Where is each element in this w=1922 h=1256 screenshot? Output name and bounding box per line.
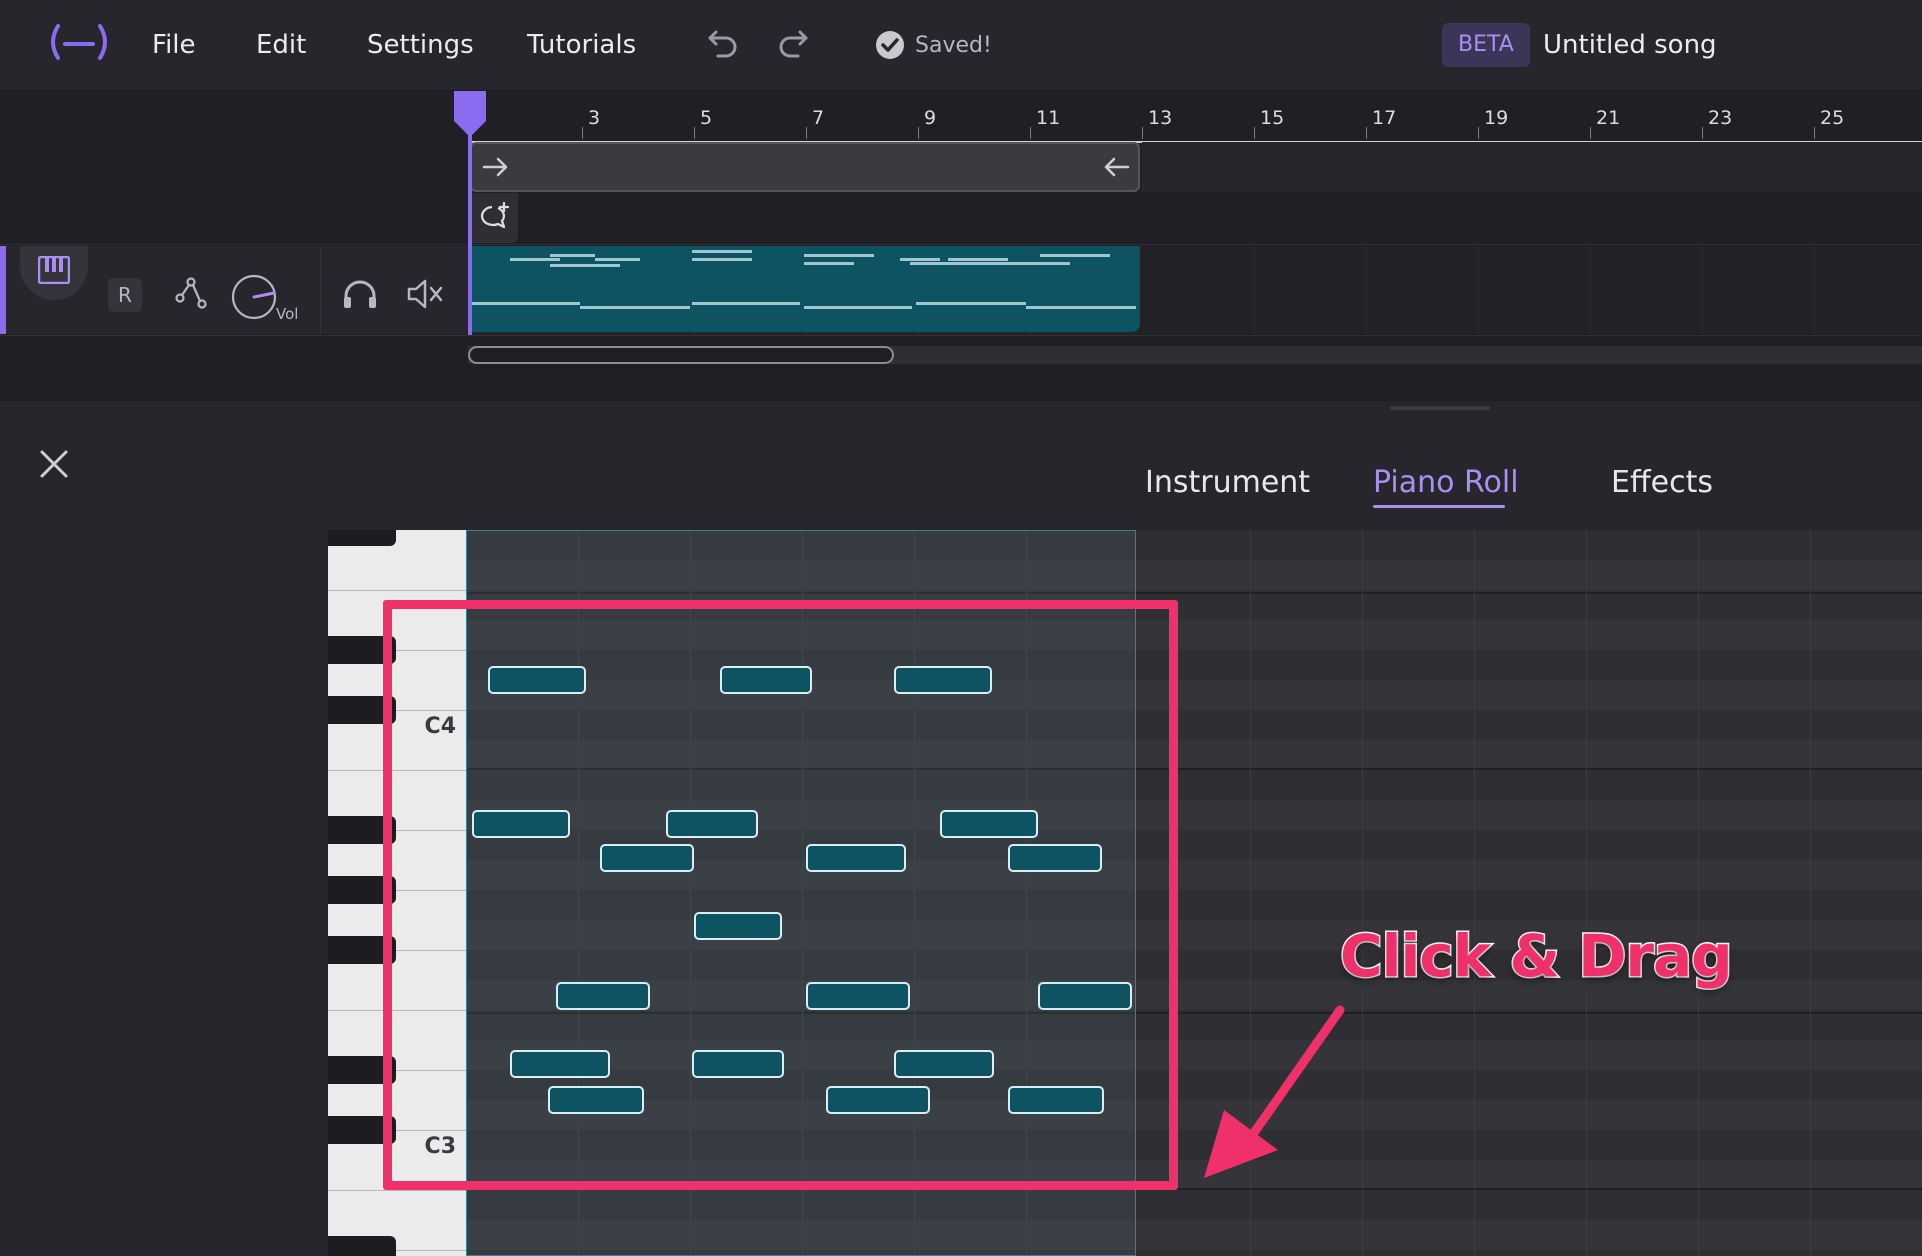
arrangement-timeline: 3 5 7 9 11 13 15 17 19 21 23 25 R Vol	[0, 91, 1922, 401]
menu-edit[interactable]: Edit	[256, 30, 306, 60]
arrow-left-icon[interactable]	[1102, 156, 1130, 178]
piano-icon	[38, 256, 70, 284]
mute-icon[interactable]	[406, 278, 444, 310]
midi-note[interactable]	[1008, 844, 1102, 872]
midi-note[interactable]	[1038, 982, 1132, 1010]
tab-piano-roll[interactable]: Piano Roll	[1373, 465, 1519, 500]
ruler-label: 9	[924, 107, 937, 129]
key-label-c3: C3	[424, 1134, 456, 1159]
instrument-button[interactable]	[20, 246, 88, 300]
comment-plus-icon	[480, 201, 510, 229]
knob-icon	[231, 274, 277, 320]
ruler-label: 13	[1148, 107, 1173, 129]
midi-note[interactable]	[556, 982, 650, 1010]
ruler-label: 15	[1260, 107, 1285, 129]
midi-note[interactable]	[806, 982, 910, 1010]
black-key[interactable]	[328, 816, 396, 844]
midi-note[interactable]	[472, 810, 570, 838]
midi-note[interactable]	[548, 1086, 644, 1114]
midi-note[interactable]	[600, 844, 694, 872]
undo-icon[interactable]	[706, 28, 740, 64]
black-key[interactable]	[328, 696, 396, 724]
midi-clip[interactable]	[470, 246, 1140, 332]
track-color-strip	[0, 246, 6, 334]
clip-region[interactable]	[466, 530, 1136, 1256]
headphones-icon[interactable]	[342, 278, 378, 310]
volume-knob[interactable]: Vol	[230, 273, 298, 325]
midi-note[interactable]	[826, 1086, 930, 1114]
tab-effects[interactable]: Effects	[1611, 465, 1713, 500]
annotation-arrow-icon	[1204, 1005, 1345, 1178]
midi-note[interactable]	[692, 1050, 784, 1078]
midi-note[interactable]	[894, 666, 992, 694]
black-key[interactable]	[328, 530, 396, 546]
ruler-label: 5	[700, 107, 713, 129]
midi-note[interactable]	[940, 810, 1038, 838]
midi-note[interactable]	[488, 666, 586, 694]
timeline-ruler[interactable]: 3 5 7 9 11 13 15 17 19 21 23 25	[470, 91, 1922, 143]
ruler-label: 17	[1372, 107, 1397, 129]
ruler-label: 7	[812, 107, 825, 129]
automation-icon[interactable]	[174, 276, 208, 310]
track-header: R Vol	[0, 246, 470, 334]
midi-note[interactable]	[694, 912, 782, 940]
menu-file[interactable]: File	[152, 30, 196, 60]
save-status: Saved!	[875, 30, 992, 60]
black-key[interactable]	[328, 1056, 396, 1084]
top-bar: File Edit Settings Tutorials Saved! BETA…	[0, 0, 1922, 91]
midi-note[interactable]	[894, 1050, 994, 1078]
ruler-label: 21	[1596, 107, 1621, 129]
menu-settings[interactable]: Settings	[367, 30, 474, 60]
black-key[interactable]	[328, 636, 396, 664]
black-key[interactable]	[328, 1236, 396, 1256]
ruler-label: 3	[588, 107, 601, 129]
midi-note[interactable]	[720, 666, 812, 694]
midi-note[interactable]	[510, 1050, 610, 1078]
playhead-marker-icon[interactable]	[452, 91, 488, 137]
black-key[interactable]	[328, 876, 396, 904]
black-key[interactable]	[328, 1116, 396, 1144]
saved-text: Saved!	[915, 32, 992, 58]
redo-icon[interactable]	[776, 28, 810, 64]
check-circle-icon	[876, 31, 904, 59]
menu-tutorials[interactable]: Tutorials	[527, 30, 636, 60]
key-label-c4: C4	[424, 714, 456, 739]
loop-region[interactable]	[470, 142, 1140, 192]
ruler-label: 23	[1708, 107, 1733, 129]
beta-badge: BETA	[1442, 23, 1530, 67]
midi-note[interactable]	[806, 844, 906, 872]
black-key[interactable]	[328, 936, 396, 964]
add-comment-button[interactable]	[470, 193, 518, 243]
midi-note[interactable]	[1008, 1086, 1104, 1114]
arrow-right-icon[interactable]	[482, 156, 510, 178]
scrollbar-thumb[interactable]	[468, 346, 894, 364]
midi-note[interactable]	[666, 810, 758, 838]
ruler-label: 11	[1036, 107, 1061, 129]
tab-instrument[interactable]: Instrument	[1145, 465, 1310, 500]
close-icon[interactable]	[38, 448, 70, 480]
active-tab-indicator	[1373, 505, 1505, 508]
song-title[interactable]: Untitled song	[1543, 30, 1717, 60]
volume-label: Vol	[276, 305, 299, 323]
panel-resize-handle[interactable]	[1390, 406, 1490, 410]
piano-keyboard[interactable]: C4 C3	[328, 530, 466, 1256]
record-arm-button[interactable]: R	[108, 278, 142, 312]
annotation-label: Click & Drag	[1339, 921, 1735, 992]
app-logo-icon[interactable]	[48, 22, 110, 66]
ruler-label: 19	[1484, 107, 1509, 129]
ruler-label: 25	[1820, 107, 1845, 129]
